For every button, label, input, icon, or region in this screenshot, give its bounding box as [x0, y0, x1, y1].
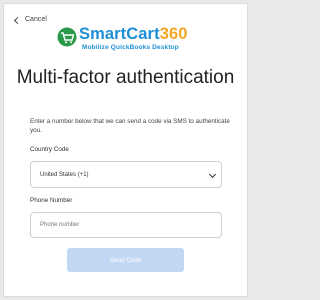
phone-number-label: Phone Number	[30, 197, 73, 204]
country-code-select[interactable]: United States (+1)	[30, 161, 222, 188]
description-text: Enter a number below that we can send a …	[30, 118, 230, 134]
cancel-label: Cancel	[25, 16, 47, 23]
brand-tagline: Mobilize QuickBooks Desktop	[82, 44, 179, 51]
phone-number-input[interactable]: Phone number	[30, 212, 222, 238]
country-code-value: United States (+1)	[40, 171, 89, 178]
chevron-down-icon	[208, 170, 217, 179]
send-code-label: Send Code	[109, 256, 142, 264]
smartcart-logo: SmartCart360 Mobilize QuickBooks Desktop	[57, 24, 207, 56]
phone-number-placeholder: Phone number	[40, 222, 80, 228]
country-code-label: Country Code	[30, 146, 69, 153]
cart-icon	[57, 27, 77, 47]
chevron-left-icon	[13, 16, 22, 24]
cancel-link[interactable]: Cancel	[13, 16, 47, 24]
send-code-button[interactable]: Send Code	[67, 248, 184, 272]
brand-name: SmartCart360	[79, 25, 188, 43]
page-title: Multi-factor authentication	[16, 67, 235, 88]
